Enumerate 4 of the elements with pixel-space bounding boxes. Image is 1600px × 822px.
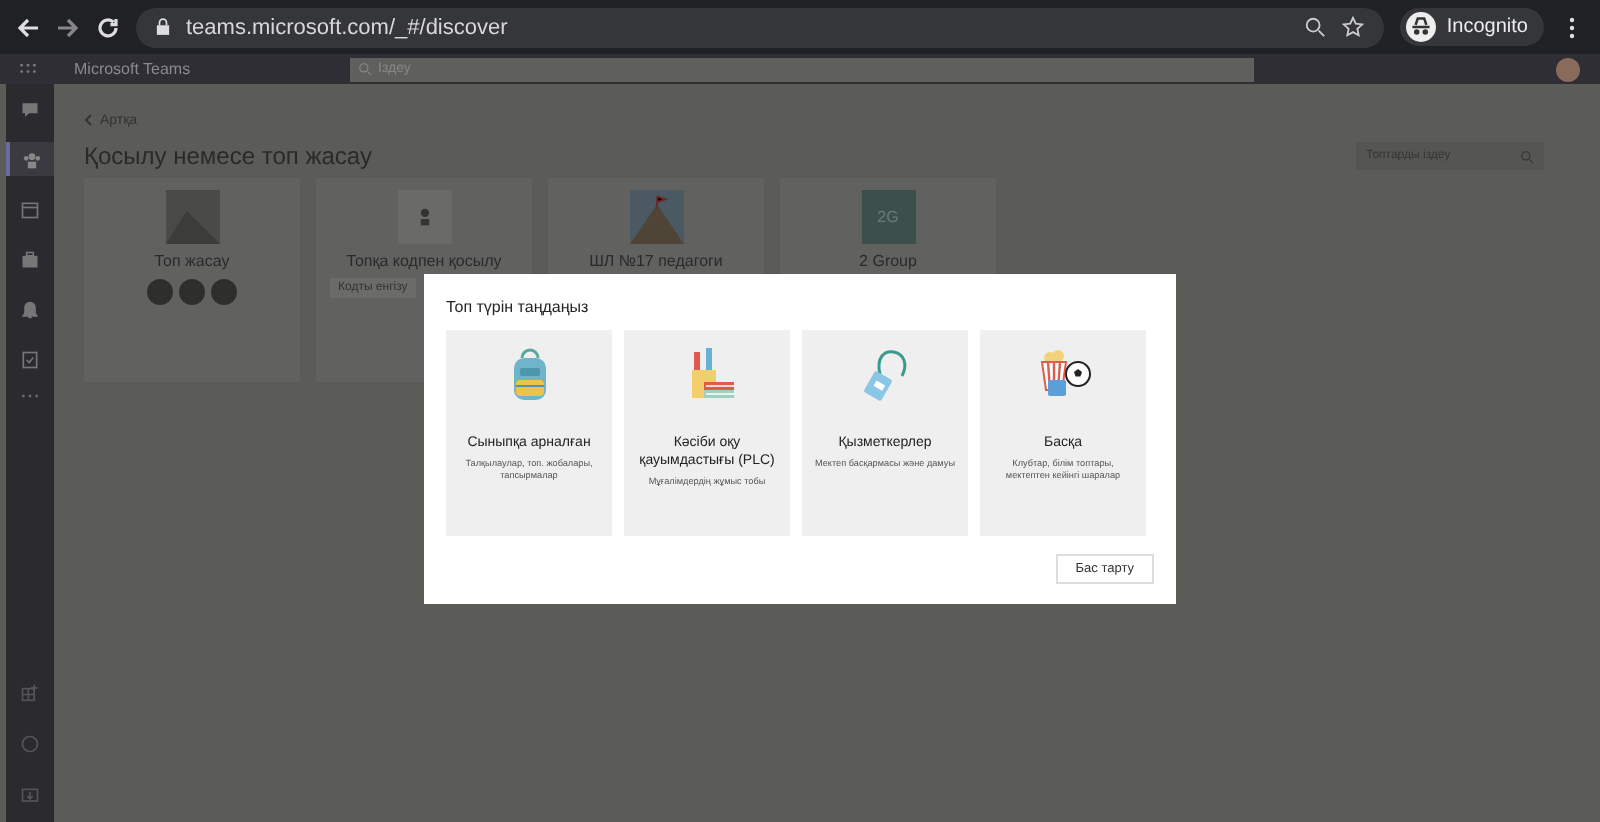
app-title: Microsoft Teams [74,60,193,78]
profile-label: Incognito [1446,16,1528,38]
dialog-title: Топ түрін таңдаңыз [446,298,589,316]
url-text: teams.microsoft.com/_#/discover [186,15,510,39]
